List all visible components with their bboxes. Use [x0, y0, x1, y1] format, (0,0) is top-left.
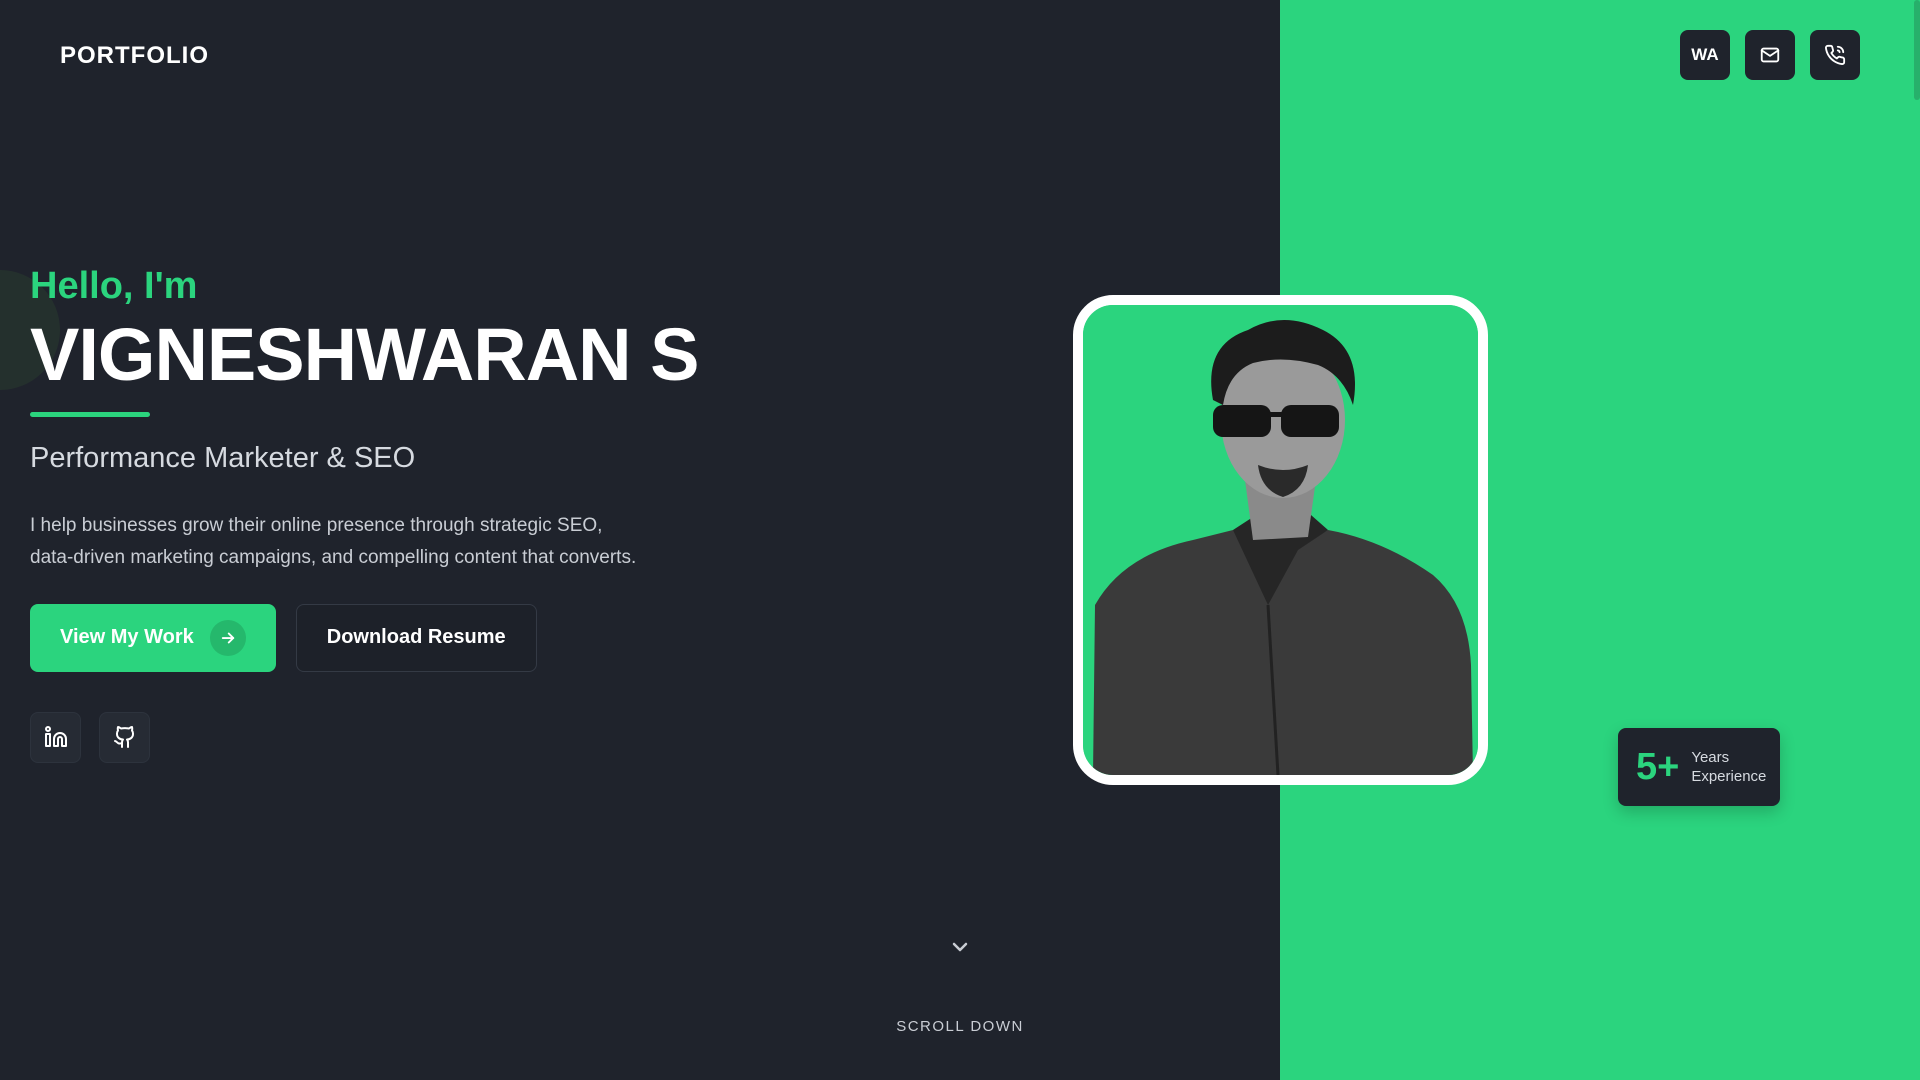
contact-icons: WA [1680, 30, 1860, 80]
whatsapp-icon: WA [1691, 45, 1719, 64]
view-my-work-button[interactable]: View My Work [30, 603, 276, 672]
scroll-down-indicator[interactable]: SCROLL DOWN [880, 935, 1040, 1035]
chevron-down-icon [952, 942, 968, 952]
portrait-image [1083, 305, 1478, 775]
mail-icon [1760, 47, 1780, 63]
name-underline [30, 411, 150, 417]
experience-label-years: Years [1691, 749, 1730, 766]
github-icon [113, 726, 134, 749]
view-my-work-label: View My Work [60, 626, 194, 649]
scroll-down-label: SCROLL DOWN [896, 1018, 1024, 1035]
hero-name: VIGNESHWARAN S [30, 313, 700, 396]
phone-button[interactable] [1810, 30, 1860, 80]
download-resume-label: Download Resume [326, 626, 506, 649]
role-title: Performance Marketer & SEO [30, 441, 416, 474]
whatsapp-button[interactable]: WA [1680, 30, 1730, 80]
social-links [30, 711, 790, 763]
greeting: Hello, I'm [30, 265, 198, 307]
experience-value: 5+ [1636, 745, 1680, 788]
download-resume-button[interactable]: Download Resume [295, 603, 537, 672]
site-logo[interactable]: PORTFOLIO [60, 42, 209, 70]
hero-description: I help businesses grow their online pres… [30, 514, 637, 568]
experience-card: 5+ Years Experience [1618, 728, 1780, 806]
linkedin-link[interactable] [30, 711, 81, 763]
page-scrollbar[interactable] [1914, 0, 1920, 100]
phone-icon [1825, 44, 1846, 65]
github-link[interactable] [99, 711, 150, 763]
profile-photo [1073, 295, 1488, 785]
experience-label-experience: Experience [1691, 768, 1767, 785]
arrow-right-icon [209, 619, 246, 656]
experience-label: Years Experience [1691, 748, 1766, 786]
linkedin-icon [44, 726, 67, 748]
hero-buttons: View My Work Download Resume [30, 603, 790, 672]
hero-section: Hello, I'm VIGNESHWARAN S Performance Ma… [30, 265, 790, 763]
mail-button[interactable] [1745, 30, 1795, 80]
